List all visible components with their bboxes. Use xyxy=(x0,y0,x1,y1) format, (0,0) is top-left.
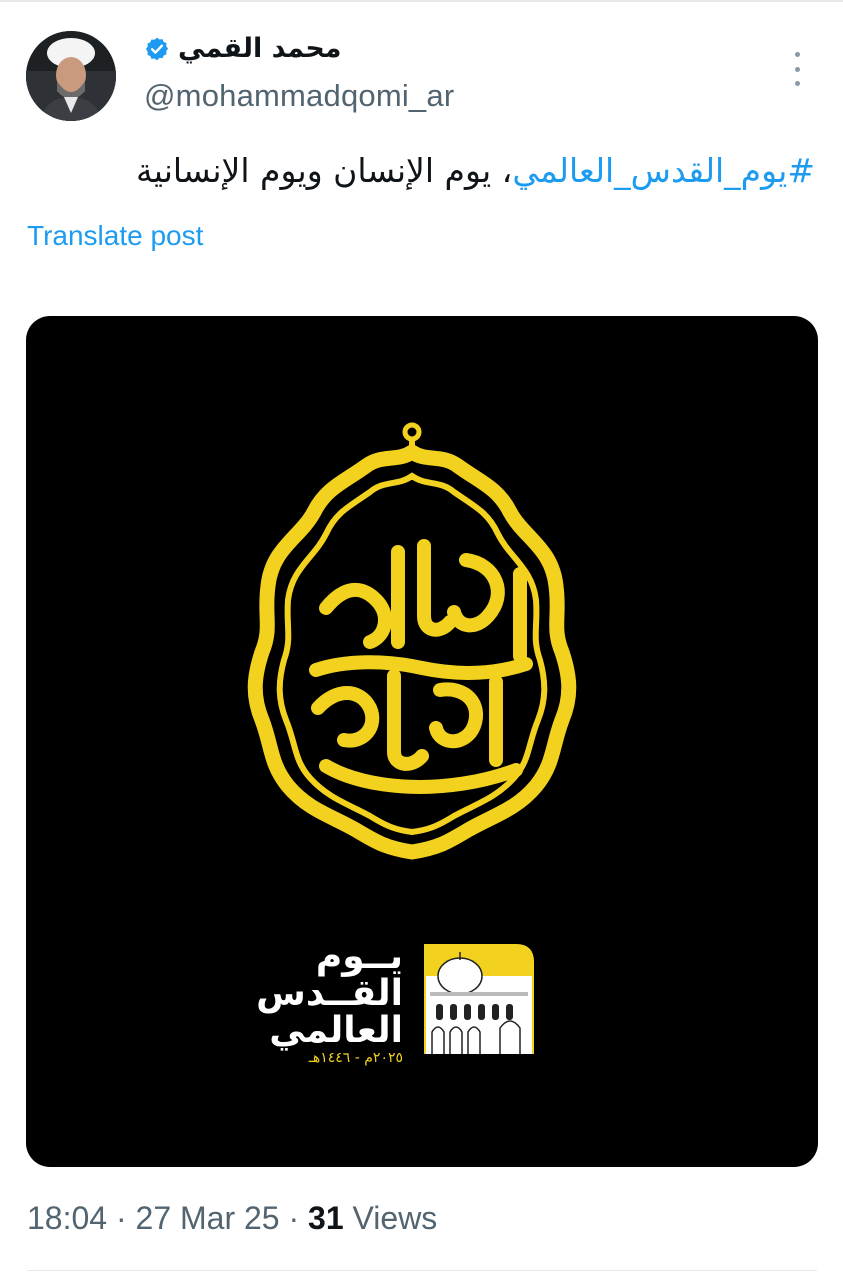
meta-separator: · xyxy=(107,1200,136,1236)
post-meta: 18:04 · 27 Mar 25 · 31 Views xyxy=(27,1200,437,1237)
logo-line-3: العالمي xyxy=(269,1010,403,1051)
author-name-row[interactable]: محمد القمي xyxy=(144,33,342,64)
post-header: محمد القمي @mohammadqomi_ar xyxy=(0,0,843,130)
verified-badge-icon xyxy=(145,37,169,60)
more-options-icon[interactable] xyxy=(782,52,812,86)
author-display-name[interactable]: محمد القمي xyxy=(178,33,342,64)
post-text-body: ، يوم الإنسان ويوم الإنسانية xyxy=(136,151,513,190)
event-logo: يــوم القــدس العالمي ٢٠٢٥م - ١٤٤٦هـ xyxy=(26,316,818,1167)
avatar[interactable] xyxy=(26,31,116,121)
more-dot xyxy=(794,81,800,86)
bottom-divider xyxy=(27,1270,817,1271)
user-avatar-icon xyxy=(26,31,116,121)
post-time[interactable]: 18:04 xyxy=(27,1200,107,1236)
views-count[interactable]: 31 xyxy=(308,1200,344,1236)
translate-post-link[interactable]: Translate post xyxy=(27,220,203,252)
author-handle[interactable]: @mohammadqomi_ar xyxy=(144,78,454,114)
post-date[interactable]: 27 Mar 25 xyxy=(136,1200,280,1236)
post-text: #يوم_القدس_العالمي، يوم الإنسان ويوم الإ… xyxy=(25,147,815,195)
meta-separator: · xyxy=(279,1200,309,1236)
post-media-image[interactable]: يــوم القــدس العالمي ٢٠٢٥م - ١٤٤٦هـ xyxy=(26,316,818,1167)
hashtag-link[interactable]: #يوم_القدس_العالمي xyxy=(512,151,815,190)
logo-date: ٢٠٢٥م - ١٤٤٦هـ xyxy=(308,1050,403,1066)
views-label: Views xyxy=(343,1200,438,1236)
more-dot xyxy=(794,66,800,72)
logo-line-2: القــدس xyxy=(256,973,403,1014)
more-dot xyxy=(794,52,800,57)
logo-line-1: يــوم xyxy=(315,936,403,977)
